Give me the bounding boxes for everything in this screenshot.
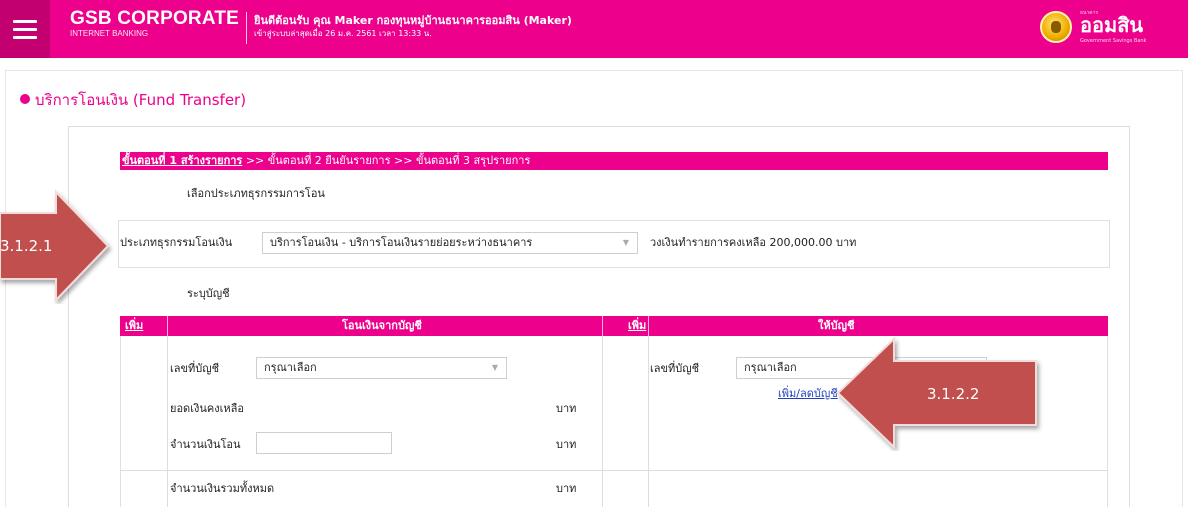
accounts-section-label: ระบุบัญชี <box>187 287 230 300</box>
steps-rest: >> ขั้นตอนที่ 2 ยืนยันรายการ >> ขั้นตอนท… <box>242 154 531 167</box>
header-separator <box>602 316 603 336</box>
last-login-text: เข้าสู่ระบบล่าสุดเมื่อ 26 ม.ค. 2561 เวลา… <box>254 29 432 38</box>
callout-label-1: 3.1.2.1 <box>0 237 53 255</box>
page-title: บริการโอนเงิน (Fund Transfer) <box>20 90 246 110</box>
gsb-emblem-icon <box>1040 11 1072 43</box>
gsb-logo: ธนาคาร ออมสิน Government Savings Bank <box>1040 10 1180 50</box>
amount-input[interactable] <box>256 432 392 454</box>
logo-text: ออมสิน <box>1080 13 1144 37</box>
brand-title: GSB CORPORATE <box>70 8 240 29</box>
balance-label: ยอดเงินคงเหลือ <box>170 402 244 415</box>
add-remove-account-link[interactable]: เพิ่ม/ลดบัญชี <box>778 384 838 402</box>
add-from-account-link[interactable]: เพิ่ม <box>125 316 143 336</box>
step-1-link[interactable]: ขั้นตอนที่ 1 สร้างรายการ <box>122 154 242 167</box>
balance-unit: บาท <box>556 402 577 415</box>
header-separator <box>648 316 649 336</box>
row-divider <box>120 470 1108 471</box>
steps-bar: ขั้นตอนที่ 1 สร้างรายการ >> ขั้นตอนที่ 2… <box>120 152 1108 170</box>
total-label: จำนวนเงินรวมทั้งหมด <box>170 482 275 495</box>
transaction-section-label: เลือกประเภทธุรกรรมการโอน <box>187 187 325 200</box>
welcome-text: ยินดีต้อนรับ คุณ Maker กองทุนหมู่บ้านธนา… <box>254 14 572 27</box>
accounts-table-header: เพิ่ม โอนเงินจากบัญชี เพิ่ม ให้บัญชี <box>120 316 1108 336</box>
logo-subtext: Government Savings Bank <box>1080 38 1147 44</box>
header-separator <box>167 316 168 336</box>
amount-unit: บาท <box>556 438 577 451</box>
brand-subtitle: INTERNET BANKING <box>70 29 149 38</box>
bullet-icon <box>20 94 30 104</box>
column-line <box>602 336 603 507</box>
from-account-no-label: เลขที่บัญชี <box>170 362 220 375</box>
hamburger-menu-button[interactable] <box>0 0 50 58</box>
from-account-select[interactable]: กรุณาเลือก ▼ <box>256 357 507 379</box>
to-account-no-label: เลขที่บัญชี <box>650 362 700 375</box>
transaction-type-label: ประเภทธุรกรรมโอนเงิน <box>120 236 233 249</box>
brand: GSB CORPORATE INTERNET BANKING <box>70 9 239 39</box>
callout-label-2: 3.1.2.2 <box>927 385 980 403</box>
column-line <box>648 336 649 507</box>
header-divider <box>246 12 247 44</box>
transaction-type-select[interactable]: บริการโอนเงิน - บริการโอนเงินรายย่อยระหว… <box>262 232 638 254</box>
to-account-header: ให้บัญชี <box>818 319 855 332</box>
top-bar: GSB CORPORATE INTERNET BANKING ยินดีต้อน… <box>0 0 1188 58</box>
add-to-account-link[interactable]: เพิ่ม <box>628 316 646 336</box>
column-line <box>167 336 168 507</box>
total-unit: บาท <box>556 482 577 495</box>
chevron-down-icon: ▼ <box>491 363 498 372</box>
from-account-header: โอนเงินจากบัญชี <box>342 319 422 332</box>
chevron-down-icon: ▼ <box>622 238 629 247</box>
amount-label: จำนวนเงินโอน <box>170 438 241 451</box>
limit-text: วงเงินทำรายการคงเหลือ 200,000.00 บาท <box>650 236 857 249</box>
